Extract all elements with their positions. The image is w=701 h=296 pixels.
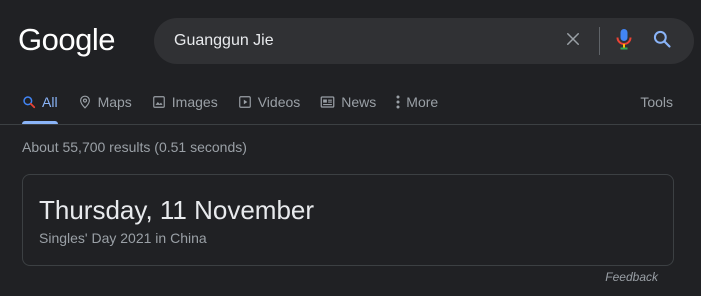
search-box bbox=[154, 18, 694, 64]
tab-images[interactable]: Images bbox=[152, 88, 218, 115]
tab-label: Videos bbox=[257, 93, 301, 110]
search-results-page: Google Guanggun Jie All Maps Images Vide… bbox=[0, 0, 701, 296]
result-stats: About 55,700 results (0.51 seconds) bbox=[22, 139, 247, 155]
tabs-divider bbox=[0, 124, 701, 125]
map-pin-icon bbox=[78, 94, 92, 110]
search-icon bbox=[22, 95, 36, 109]
tab-label: More bbox=[406, 93, 439, 110]
feedback-link[interactable]: Feedback bbox=[605, 270, 658, 284]
tab-videos[interactable]: Videos bbox=[238, 88, 301, 115]
close-icon bbox=[564, 30, 582, 53]
more-vertical-icon bbox=[396, 95, 400, 109]
search-icon bbox=[652, 29, 672, 54]
tab-label: News bbox=[341, 93, 377, 110]
tab-news[interactable]: News bbox=[320, 88, 376, 115]
image-icon bbox=[152, 95, 166, 109]
search-input[interactable] bbox=[174, 18, 555, 64]
google-logo[interactable]: Google bbox=[18, 24, 115, 55]
microphone-icon bbox=[614, 27, 634, 56]
tab-more[interactable]: More bbox=[396, 88, 438, 115]
video-icon bbox=[238, 95, 252, 109]
tab-maps[interactable]: Maps bbox=[78, 88, 132, 115]
news-icon bbox=[320, 95, 335, 109]
answer-title: Thursday, 11 November bbox=[39, 195, 315, 225]
search-button[interactable] bbox=[644, 23, 680, 59]
tab-all[interactable]: All bbox=[22, 88, 58, 124]
search-box-divider bbox=[599, 27, 600, 55]
voice-search-button[interactable] bbox=[606, 23, 642, 59]
tab-label: Images bbox=[171, 93, 218, 110]
search-tabs: All Maps Images Videos News More Tools bbox=[22, 88, 673, 125]
tab-label: All bbox=[42, 93, 58, 110]
answer-subtitle: Singles' Day 2021 in China bbox=[39, 230, 207, 246]
tab-label: Maps bbox=[97, 93, 132, 110]
answer-card: Thursday, 11 November Singles' Day 2021 … bbox=[22, 174, 674, 266]
clear-search-button[interactable] bbox=[555, 23, 591, 59]
tools-button[interactable]: Tools bbox=[640, 88, 673, 115]
